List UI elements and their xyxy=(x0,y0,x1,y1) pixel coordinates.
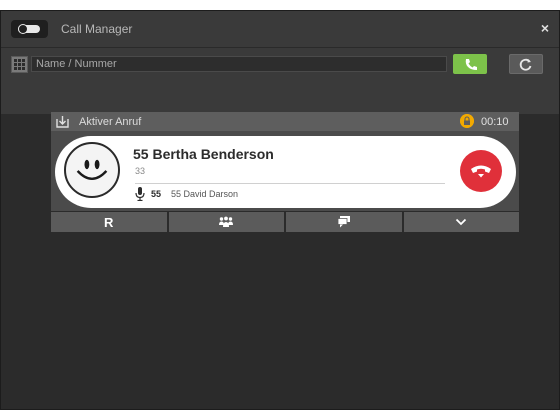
more-button[interactable] xyxy=(403,212,519,232)
title-bar: Call Manager × xyxy=(1,11,559,48)
recall-label: R xyxy=(104,214,114,230)
call-manager-window: Call Manager × Aktiver xyxy=(0,10,560,410)
caller-name: 55 Bertha Benderson xyxy=(133,146,274,162)
caller-extension: 33 xyxy=(135,166,146,176)
search-input[interactable] xyxy=(31,56,447,72)
toggle-knob xyxy=(18,24,28,34)
microphone-icon xyxy=(135,187,145,201)
line-extension: 55 xyxy=(151,189,162,199)
window-title: Call Manager xyxy=(61,22,133,36)
card-divider xyxy=(135,183,445,184)
active-call-header: Aktiver Anruf 00:10 xyxy=(51,112,519,131)
conference-button[interactable] xyxy=(168,212,284,232)
smiley-avatar-icon xyxy=(64,142,120,198)
toggle-switch[interactable] xyxy=(11,20,48,38)
dial-button[interactable] xyxy=(453,54,487,74)
refresh-button[interactable] xyxy=(509,54,543,74)
refresh-icon xyxy=(519,58,532,71)
incoming-call-icon xyxy=(56,116,69,128)
line-name: 55 David Darson xyxy=(171,189,239,199)
close-icon[interactable]: × xyxy=(541,20,549,36)
active-call-panel: Aktiver Anruf 00:10 55 Bertha Benderson … xyxy=(51,112,519,232)
active-call-label: Aktiver Anruf xyxy=(79,116,142,128)
conference-icon xyxy=(219,216,234,227)
lock-icon xyxy=(460,114,474,128)
search-bar xyxy=(1,48,559,82)
toolbar-band xyxy=(1,82,559,114)
caller-card: 55 Bertha Benderson 33 55 55 David Darso… xyxy=(55,136,516,208)
toggle-track xyxy=(18,24,40,34)
hangup-icon xyxy=(471,165,491,178)
hangup-button[interactable] xyxy=(460,150,502,192)
phone-icon xyxy=(465,59,477,70)
recall-button[interactable]: R xyxy=(51,212,167,232)
chat-icon xyxy=(337,216,350,228)
dialpad-icon[interactable] xyxy=(11,56,28,73)
chat-button[interactable] xyxy=(286,212,402,232)
call-actions: R xyxy=(51,212,519,232)
call-duration: 00:10 xyxy=(481,116,509,128)
chevron-down-icon xyxy=(456,218,467,226)
